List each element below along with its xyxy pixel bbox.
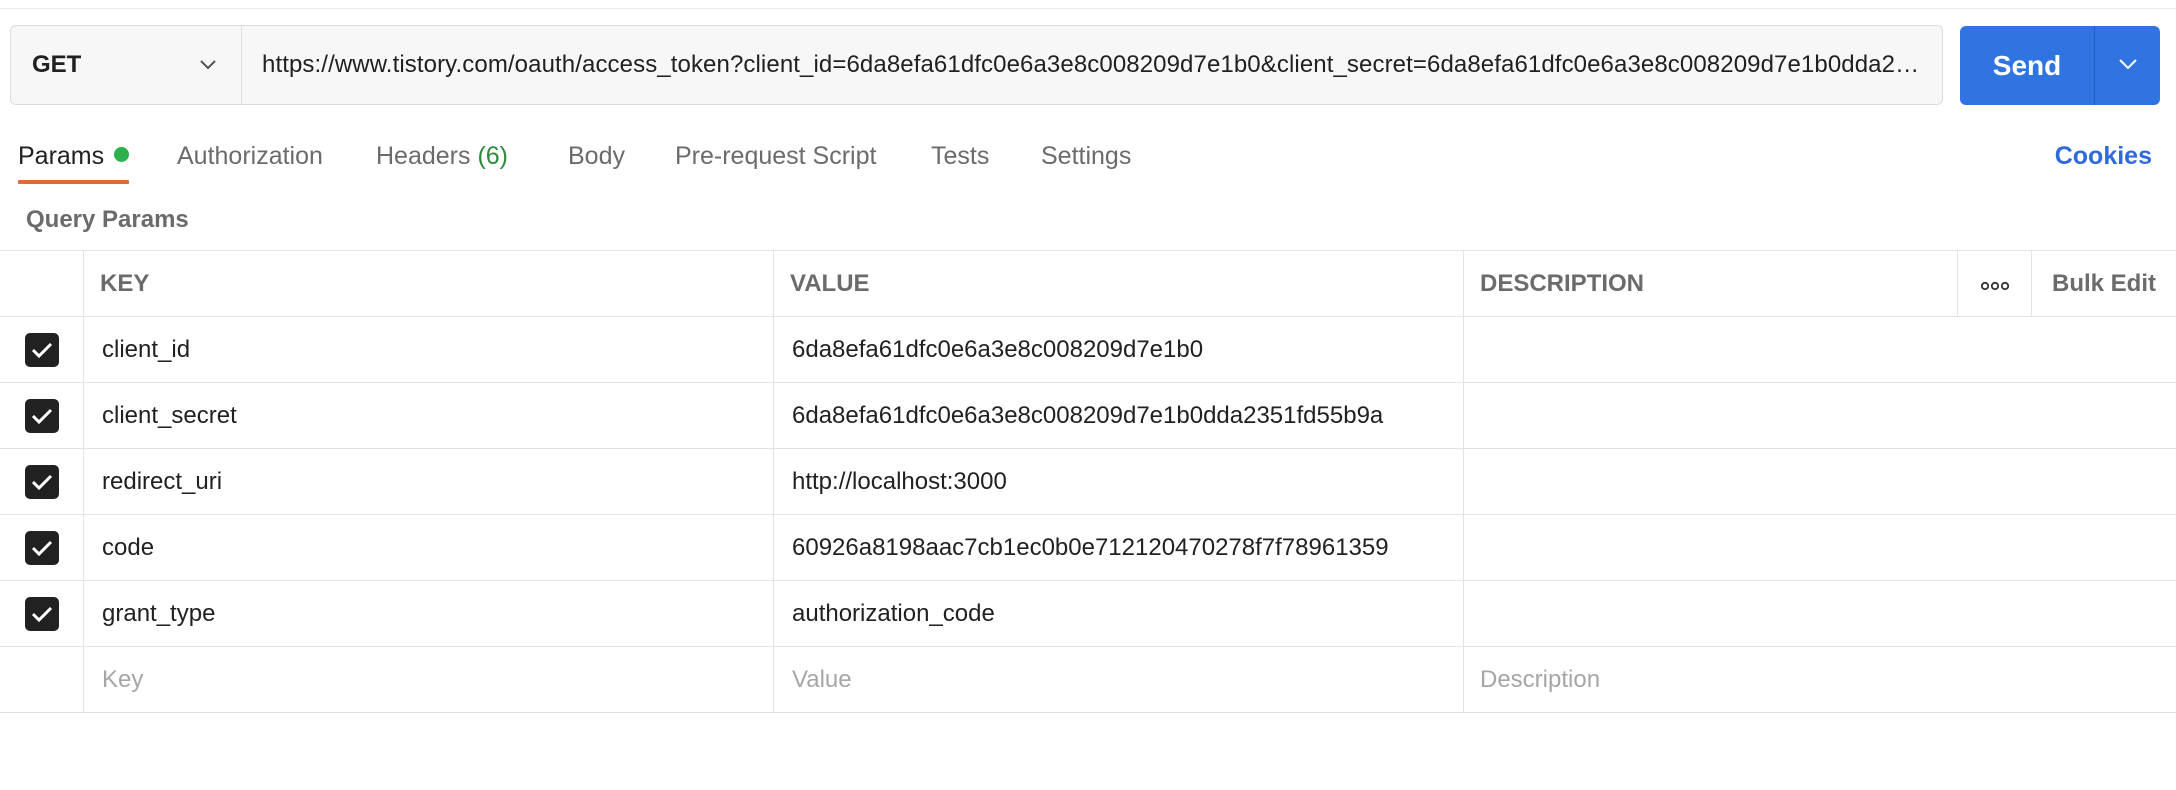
param-value-cell[interactable]: 6da8efa61dfc0e6a3e8c008209d7e1b0dda2351f… — [774, 383, 1464, 448]
method-select[interactable]: GET — [11, 26, 242, 104]
param-value: 6da8efa61dfc0e6a3e8c008209d7e1b0 — [792, 335, 1204, 363]
tab-params[interactable]: Params — [18, 142, 130, 171]
row-check-cell — [0, 383, 84, 448]
tab-pre-request-script[interactable]: Pre-request Script — [675, 142, 876, 171]
table-row: code 60926a8198aac7cb1ec0b0e712120470278… — [0, 515, 2176, 581]
param-key: redirect_uri — [102, 467, 223, 495]
param-value: 60926a8198aac7cb1ec0b0e712120470278f7f78… — [792, 533, 1389, 561]
param-value: http://localhost:3000 — [792, 467, 1007, 495]
column-header-key: KEY — [84, 251, 774, 316]
tab-body[interactable]: Body — [568, 142, 625, 171]
row-checkbox[interactable] — [24, 398, 59, 433]
request-tabs: Params Authorization Headers (6) Body Pr… — [0, 132, 1200, 187]
param-value-cell[interactable]: 60926a8198aac7cb1ec0b0e712120470278f7f78… — [774, 515, 1464, 580]
row-checkbox[interactable] — [24, 596, 59, 631]
param-key-cell[interactable]: redirect_uri — [84, 449, 774, 514]
status-dot — [114, 147, 130, 162]
param-description-cell[interactable] — [1464, 581, 2176, 646]
param-key-cell[interactable]: grant_type — [84, 581, 774, 646]
table-row: client_id 6da8efa61dfc0e6a3e8c008209d7e1… — [0, 317, 2176, 383]
query-params-label: Query Params — [26, 206, 189, 233]
description-input[interactable]: Description — [1464, 647, 2176, 712]
bulk-edit-button[interactable]: Bulk Edit — [2032, 251, 2176, 316]
param-value-cell[interactable]: authorization_code — [774, 581, 1464, 646]
headers-count-badge: (6) — [477, 142, 509, 170]
column-header-value: VALUE — [774, 251, 1464, 316]
url-input[interactable]: https://www.tistory.com/oauth/access_tok… — [242, 26, 1942, 104]
row-checkbox[interactable] — [24, 332, 59, 367]
param-value: authorization_code — [792, 599, 995, 627]
more-horizontal-icon — [1980, 270, 2009, 298]
param-description-cell[interactable] — [1464, 515, 2176, 580]
url-text: https://www.tistory.com/oauth/access_tok… — [262, 51, 1922, 78]
check-icon — [31, 606, 52, 622]
check-icon — [31, 408, 52, 424]
request-bar: GET https://www.tistory.com/oauth/access… — [10, 25, 1943, 105]
new-param-row: Key Value Description — [0, 647, 2176, 713]
table-row: redirect_uri http://localhost:3000 — [0, 449, 2176, 515]
param-value-cell[interactable]: http://localhost:3000 — [774, 449, 1464, 514]
table-row: grant_type authorization_code — [0, 581, 2176, 647]
tab-settings[interactable]: Settings — [1041, 142, 1131, 171]
key-input[interactable]: Key — [84, 647, 774, 712]
check-icon — [31, 540, 52, 556]
send-dropdown-button[interactable] — [2095, 26, 2160, 105]
params-table: KEY VALUE DESCRIPTION Bulk Edit client_i… — [0, 250, 2176, 713]
more-options-button[interactable] — [1958, 251, 2032, 316]
tab-params-label: Params — [18, 142, 105, 170]
param-value: 6da8efa61dfc0e6a3e8c008209d7e1b0dda2351f… — [792, 401, 1384, 429]
table-row: client_secret 6da8efa61dfc0e6a3e8c008209… — [0, 383, 2176, 449]
cookies-link[interactable]: Cookies — [2055, 142, 2152, 171]
row-check-cell — [0, 317, 84, 382]
header-check-cell — [0, 251, 84, 316]
row-check-cell — [0, 581, 84, 646]
tab-authorization[interactable]: Authorization — [177, 142, 323, 171]
param-description-cell[interactable] — [1464, 449, 2176, 514]
param-key: client_id — [102, 335, 191, 363]
value-input[interactable]: Value — [774, 647, 1464, 712]
chevron-down-icon — [199, 59, 217, 71]
row-checkbox[interactable] — [24, 530, 59, 565]
param-key-cell[interactable]: code — [84, 515, 774, 580]
param-key-cell[interactable]: client_id — [84, 317, 774, 382]
send-button[interactable]: Send — [1960, 26, 2094, 105]
param-key: code — [102, 533, 155, 561]
check-icon — [31, 342, 52, 358]
check-icon — [31, 474, 52, 490]
row-check-cell — [0, 449, 84, 514]
tab-tests[interactable]: Tests — [931, 142, 989, 171]
column-header-description: DESCRIPTION — [1464, 251, 1958, 316]
active-tab-indicator — [18, 180, 129, 184]
chevron-down-icon — [2118, 57, 2138, 75]
top-divider — [0, 8, 2176, 9]
param-key: grant_type — [102, 599, 216, 627]
row-checkbox[interactable] — [24, 464, 59, 499]
row-check-cell — [0, 515, 84, 580]
table-header-row: KEY VALUE DESCRIPTION Bulk Edit — [0, 251, 2176, 317]
param-key-cell[interactable]: client_secret — [84, 383, 774, 448]
send-button-group: Send — [1960, 26, 2160, 105]
param-value-cell[interactable]: 6da8efa61dfc0e6a3e8c008209d7e1b0 — [774, 317, 1464, 382]
param-description-cell[interactable] — [1464, 383, 2176, 448]
param-description-cell[interactable] — [1464, 317, 2176, 382]
param-key: client_secret — [102, 401, 237, 429]
row-check-cell — [0, 647, 84, 712]
tab-headers[interactable]: Headers (6) — [376, 142, 508, 171]
method-label: GET — [32, 51, 82, 78]
tab-headers-label: Headers — [376, 142, 471, 170]
